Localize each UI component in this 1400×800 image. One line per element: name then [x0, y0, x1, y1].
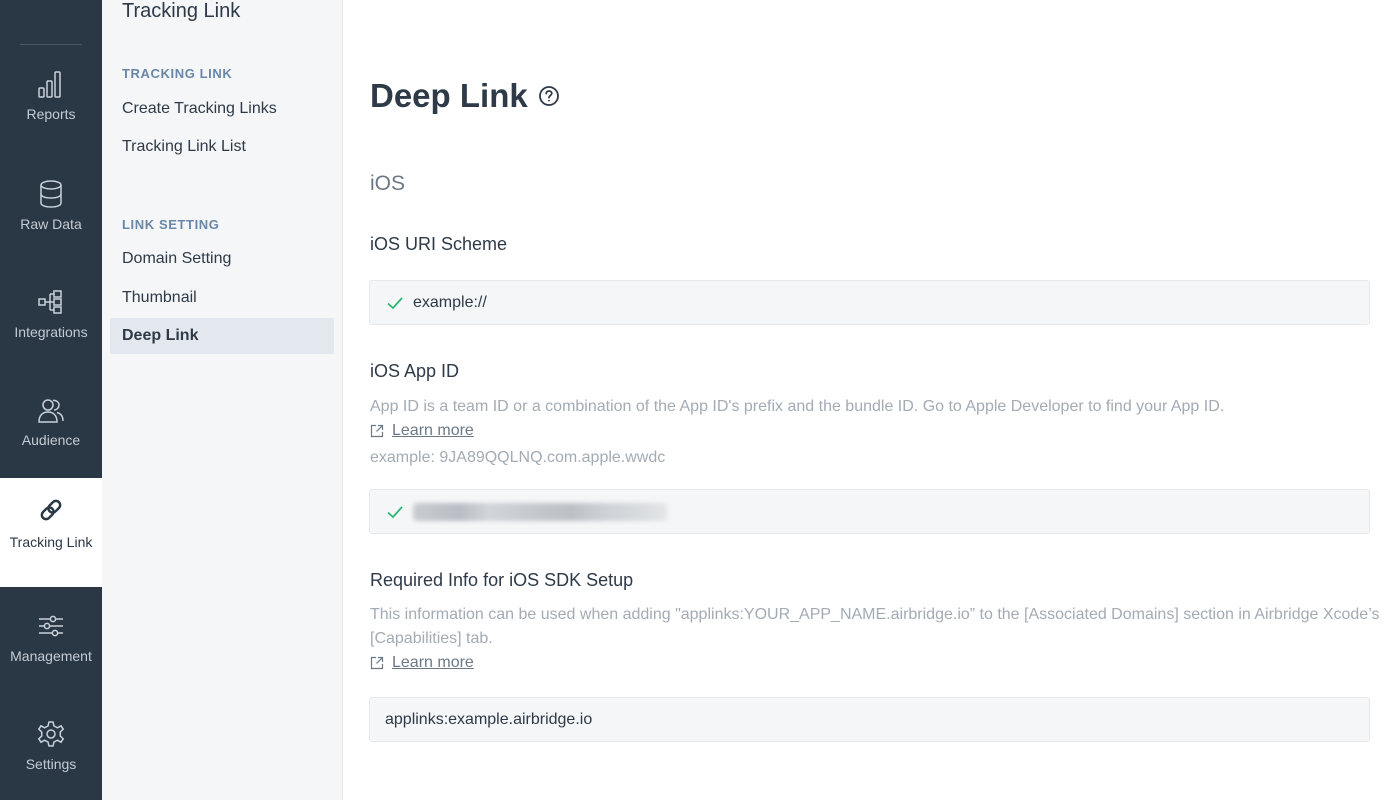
integrations-icon	[37, 288, 65, 316]
subnav-link-deep-link[interactable]: Deep Link	[110, 318, 334, 354]
external-link-icon	[370, 656, 384, 670]
app-id-label: iOS App ID	[370, 361, 460, 381]
sdk-setup-learn-more-link[interactable]: Learn more	[370, 651, 474, 675]
app-id-example: example: 9JA89QQLNQ.com.apple.wwdc	[370, 449, 666, 466]
subnav-link-create-tracking-links[interactable]: Create Tracking Links	[110, 91, 334, 127]
link-icon	[37, 496, 65, 524]
help-icon[interactable]	[538, 85, 560, 107]
uri-scheme-label: iOS URI Scheme	[370, 234, 508, 254]
sdk-setup-help-text: This information can be used when adding…	[370, 606, 1380, 647]
subnav-panel: Tracking Link TRACKING LINK Create Track…	[102, 0, 343, 800]
sdk-setup-value: applinks:example.airbridge.io	[385, 710, 593, 728]
main-content: Deep Link iOS iOS URI Scheme example:// …	[343, 0, 1400, 800]
check-icon	[385, 293, 405, 313]
app-id-learn-more-link[interactable]: Learn more	[370, 419, 474, 443]
rail-divider	[20, 44, 82, 45]
nav-integrations-label: Integrations	[14, 324, 88, 340]
sliders-icon	[37, 612, 65, 640]
subnav-section-tracking-link: TRACKING LINK	[122, 66, 233, 81]
sdk-setup-learn-more-text: Learn more	[392, 654, 474, 671]
redacted-app-id-value	[413, 502, 668, 521]
page-title-text: Deep Link	[370, 77, 528, 114]
nav-audience[interactable]: Audience	[0, 396, 102, 449]
sdk-setup-label: Required Info for iOS SDK Setup	[370, 570, 634, 590]
subnav-link-domain-setting[interactable]: Domain Setting	[110, 241, 334, 277]
subnav-link-thumbnail[interactable]: Thumbnail	[110, 280, 334, 316]
subnav-title: Tracking Link	[122, 0, 241, 22]
sdk-setup-field[interactable]: applinks:example.airbridge.io	[369, 697, 1370, 742]
app-id-field[interactable]	[369, 489, 1370, 534]
database-icon	[37, 180, 65, 208]
nav-audience-label: Audience	[21, 432, 81, 448]
bar-chart-icon	[37, 70, 65, 98]
subnav-section-link-setting: LINK SETTING	[122, 217, 220, 232]
nav-tracking-link[interactable]: Tracking Link	[0, 478, 102, 587]
audience-icon	[37, 396, 65, 424]
section-ios: iOS	[370, 172, 406, 195]
app-id-help-text: App ID is a team ID or a combination of …	[370, 398, 1225, 415]
nav-settings-label: Settings	[25, 756, 77, 772]
nav-management[interactable]: Management	[0, 612, 102, 665]
nav-raw-data[interactable]: Raw Data	[0, 180, 102, 233]
sdk-setup-help: This information can be used when adding…	[370, 603, 1380, 678]
nav-reports[interactable]: Reports	[0, 70, 102, 123]
subnav-link-tracking-link-list[interactable]: Tracking Link List	[110, 129, 334, 165]
app-id-learn-more-text: Learn more	[392, 422, 474, 439]
nav-raw-data-label: Raw Data	[20, 216, 82, 232]
page-title: Deep Link	[370, 77, 560, 115]
uri-scheme-value: example://	[413, 293, 487, 311]
check-icon	[385, 502, 405, 522]
uri-scheme-field[interactable]: example://	[369, 280, 1370, 325]
external-link-icon	[370, 424, 384, 438]
gear-icon	[37, 720, 65, 748]
nav-management-label: Management	[10, 648, 92, 664]
main-nav-rail: Reports Raw Data Integrations Audience T…	[0, 0, 102, 800]
nav-reports-label: Reports	[26, 106, 76, 122]
nav-settings[interactable]: Settings	[0, 720, 102, 773]
app-id-help: App ID is a team ID or a combination of …	[370, 395, 1380, 470]
nav-integrations[interactable]: Integrations	[0, 288, 102, 341]
nav-tracking-link-label: Tracking Link	[9, 534, 93, 550]
